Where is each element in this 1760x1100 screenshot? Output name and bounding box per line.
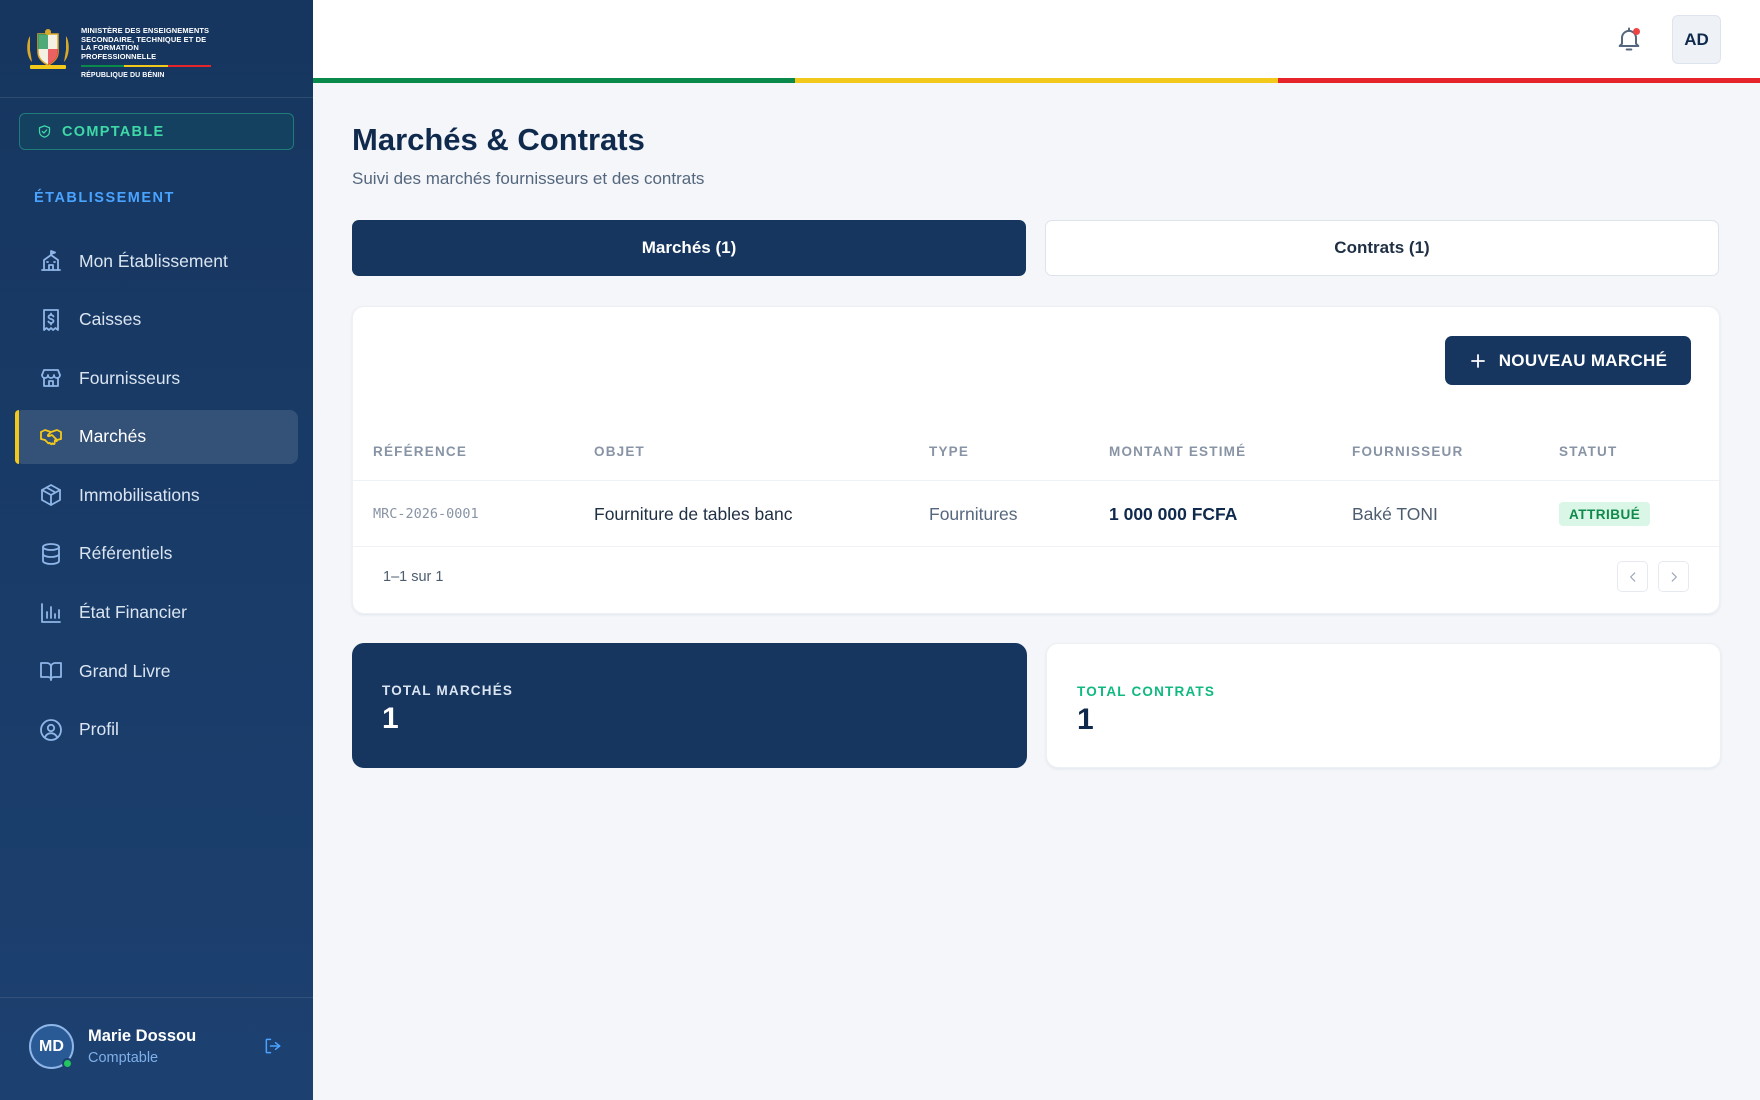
shield-check-icon [38,125,51,138]
previous-page-button[interactable] [1617,561,1648,592]
column-header-statut[interactable]: STATUT [1559,423,1617,481]
sidebar-item-mon-etablissement[interactable]: Mon Établissement [15,234,298,288]
next-page-button[interactable] [1658,561,1689,592]
sidebar-item-fournisseurs[interactable]: Fournisseurs [15,351,298,405]
total-contrats-value: 1 [1077,703,1094,736]
page-subtitle: Suivi des marchés fournisseurs et des co… [352,169,705,188]
sidebar-item-caisses[interactable]: Caisses [15,293,298,347]
republic-name: RÉPUBLIQUE DU BÉNIN [81,72,165,80]
column-header-fournisseur[interactable]: FOURNISSEUR [1352,423,1463,481]
sidebar-item-label: Profil [79,719,119,740]
database-icon [42,543,60,565]
coat-of-arms-logo [27,29,69,69]
notification-dot [1633,28,1640,35]
sidebar-item-label: Caisses [79,309,142,330]
total-marches-label: TOTAL MARCHÉS [382,683,514,698]
user-role: Comptable [88,1050,159,1066]
user-name: Marie Dossou [88,1027,197,1045]
new-marche-label: NOUVEAU MARCHÉ [1498,350,1668,370]
cell-fournisseur: Baké TONI [1352,504,1438,524]
logout-icon[interactable] [263,1036,283,1056]
ministry-name: MINISTÈRE DES ENSEIGNEMENTS SECONDAIRE, … [81,26,210,61]
cell-objet: Fourniture de tables banc [594,504,793,524]
bar-chart-icon [41,602,61,623]
role-label: COMPTABLE [62,123,165,140]
cash-receipt-icon [43,308,59,331]
brand-text: MINISTÈRE DES ENSEIGNEMENTS SECONDAIRE, … [81,26,216,80]
sidebar-item-referentiels[interactable]: Référentiels [15,527,298,581]
sidebar-item-immobilisations[interactable]: Immobilisations [15,468,298,522]
cell-montant: 1 000 000 FCFA [1109,504,1238,524]
store-icon [41,369,61,388]
national-flag-stripe [313,78,1760,83]
school-building-icon [41,250,61,271]
sidebar-item-etat-financier[interactable]: État Financier [15,586,298,640]
table-header: RÉFÉRENCE OBJET TYPE MONTANT ESTIMÉ FOUR… [353,423,1719,481]
tab-contrats[interactable]: Contrats (1) [1045,220,1719,276]
plus-icon [1470,353,1485,368]
top-bar [313,0,1760,78]
user-circle-icon [40,718,62,741]
sidebar-item-marches[interactable]: Marchés [15,409,298,464]
cell-type: Fournitures [929,504,1018,524]
user-profile-box: MD Marie Dossou Comptable [0,997,313,1100]
sidebar-item-label: Référentiels [79,543,173,564]
handshake-icon [40,428,62,445]
status-badge: ATTRIBUÉ [1559,502,1651,526]
total-marches-value: 1 [382,702,399,735]
column-header-objet[interactable]: OBJET [594,423,645,481]
sidebar-nav: Mon Établissement Caisses Fournisseurs M… [15,234,298,761]
brand-header: MINISTÈRE DES ENSEIGNEMENTS SECONDAIRE, … [0,0,313,98]
account-avatar-button[interactable]: AD [1672,15,1721,64]
cell-reference: MRC-2026-0001 [373,506,479,522]
nav-section-title: ÉTABLISSEMENT [34,190,175,206]
sidebar-item-grand-livre[interactable]: Grand Livre [15,644,298,698]
table-row[interactable]: MRC-2026-0001 Fourniture de tables banc … [353,481,1719,547]
new-marche-button[interactable]: NOUVEAU MARCHÉ [1445,336,1691,385]
pagination-info: 1–1 sur 1 [383,569,444,585]
online-status-indicator [62,1058,73,1069]
marches-table-card: NOUVEAU MARCHÉ RÉFÉRENCE OBJET TYPE MONT… [352,306,1720,614]
total-contrats-label: TOTAL CONTRATS [1077,684,1216,699]
tab-marches[interactable]: Marchés (1) [352,220,1026,276]
sidebar-item-label: Immobilisations [79,484,200,505]
column-header-type[interactable]: TYPE [929,423,969,481]
sidebar-item-label: Fournisseurs [79,367,181,388]
role-badge: COMPTABLE [19,113,294,150]
box-icon [41,484,61,507]
book-open-icon [40,662,62,682]
flag-stripe [81,65,211,68]
sidebar-item-label: Mon Établissement [79,250,228,271]
sidebar-item-label: État Financier [79,602,187,623]
total-marches-card: TOTAL MARCHÉS 1 [352,643,1027,768]
chevron-right-icon [1671,571,1677,582]
column-header-montant[interactable]: MONTANT ESTIMÉ [1109,423,1246,481]
total-contrats-card: TOTAL CONTRATS 1 [1046,643,1721,768]
sidebar-item-label: Marchés [79,426,147,447]
sidebar: MINISTÈRE DES ENSEIGNEMENTS SECONDAIRE, … [0,0,313,1100]
chevron-left-icon [1629,571,1635,582]
sidebar-item-label: Grand Livre [79,660,171,681]
column-header-reference[interactable]: RÉFÉRENCE [373,423,467,481]
sidebar-item-profil[interactable]: Profil [15,703,298,757]
page-title: Marchés & Contrats [352,122,645,157]
